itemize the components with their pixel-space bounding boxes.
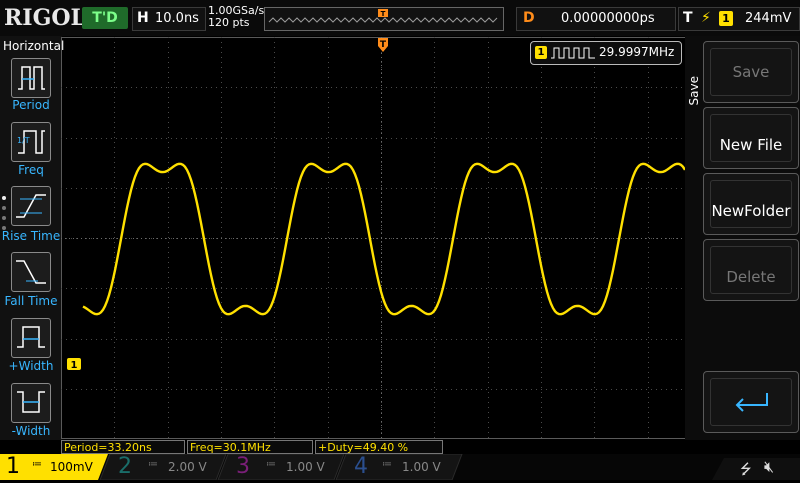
channel-1-scale[interactable]: 100mV <box>50 460 93 474</box>
measurement-period: Period=33.20ns <box>61 440 185 454</box>
enter-button[interactable] <box>703 371 799 433</box>
fall-time-button[interactable] <box>11 252 51 292</box>
channel-1-number[interactable]: 1 <box>6 455 20 479</box>
sample-info: 1.00GSa/s 120 pts <box>208 5 264 29</box>
channel-2-coupling-icon: ≔ <box>148 459 158 470</box>
delete-button-label: Delete <box>710 246 792 294</box>
negative-width-label: -Width <box>11 424 51 438</box>
memory-map-graphic: T <box>268 9 498 23</box>
trigger-key: T <box>683 10 693 26</box>
new-file-button-label: New File <box>710 114 792 162</box>
rise-time-icon <box>16 194 46 218</box>
counter-value: 29.9997MHz <box>599 45 675 59</box>
channel-4-scale[interactable]: 1.00 V <box>402 460 441 474</box>
delay-key: D <box>523 10 535 26</box>
period-button[interactable] <box>11 58 51 98</box>
svg-text:1/T: 1/T <box>17 136 30 145</box>
period-label: Period <box>12 98 50 112</box>
channel-3-scale[interactable]: 1.00 V <box>286 460 325 474</box>
measure-menu: Horizontal Period 1/T Freq Rise Time Fal… <box>0 36 65 440</box>
square-wave-icon <box>551 47 595 59</box>
positive-width-label: +Width <box>8 359 54 373</box>
rise-time-label: Rise Time <box>1 229 61 243</box>
brand-logo: RIGOL <box>4 5 86 31</box>
save-button[interactable]: Save <box>703 41 799 103</box>
channel-3-number[interactable]: 3 <box>236 455 250 479</box>
run-status-badge[interactable]: T'D <box>82 7 128 29</box>
usb-icon: ⭍ <box>740 462 752 478</box>
save-button-label: Save <box>710 48 792 96</box>
timebase-key: H <box>137 10 149 26</box>
freq-button[interactable]: 1/T <box>11 122 51 162</box>
fall-time-label: Fall Time <box>4 294 58 308</box>
channel-3-coupling-icon: ≔ <box>266 459 276 470</box>
graticule: T1 <box>61 37 701 439</box>
freq-icon: 1/T <box>17 130 45 154</box>
new-file-button[interactable]: New File <box>703 107 799 169</box>
delete-button[interactable]: Delete <box>703 239 799 301</box>
frequency-counter: 1 29.9997MHz <box>530 41 682 65</box>
measure-menu-title: Horizontal <box>3 39 65 53</box>
channel-1-coupling-icon: ≔ <box>32 459 42 470</box>
delay-box[interactable]: D 0.00000000ps <box>516 7 676 31</box>
mute-icon: 🔇︎ <box>764 457 775 476</box>
delay-value: 0.00000000ps <box>561 11 655 26</box>
positive-width-icon <box>17 326 45 348</box>
status-bar: RIGOL T'D H 10.0ns 1.00GSa/s 120 pts T D… <box>0 0 800 36</box>
save-menu: Save Save New File NewFolder Delete <box>685 36 800 440</box>
svg-text:T: T <box>381 10 386 18</box>
new-folder-button[interactable]: NewFolder <box>703 173 799 235</box>
positive-width-button[interactable] <box>11 318 51 358</box>
memory-depth: 120 pts <box>208 16 250 29</box>
measurement-duty: +Duty=49.40 % <box>315 440 443 454</box>
rise-time-button[interactable] <box>11 186 51 226</box>
fall-time-icon <box>16 260 46 284</box>
measurement-freq: Freq=30.1MHz <box>187 440 313 454</box>
negative-width-button[interactable] <box>11 383 51 423</box>
memory-map: T <box>264 7 504 31</box>
channel-1-offset-marker-label: 1 <box>71 360 78 371</box>
channel-4-number[interactable]: 4 <box>354 455 368 479</box>
rising-edge-icon: ⚡ <box>701 10 711 26</box>
trigger-box[interactable]: T ⚡ 1 244mV <box>678 7 800 31</box>
period-icon <box>18 66 45 90</box>
trigger-source-badge: 1 <box>719 11 733 26</box>
channel-4-coupling-icon: ≔ <box>382 459 392 470</box>
channel-bar: 1 ≔ 100mV 2 ≔ 2.00 V 3 ≔ 1.00 V 4 ≔ 1.00… <box>0 454 800 480</box>
counter-channel-badge: 1 <box>535 46 547 59</box>
menu-page-indicator <box>2 196 6 236</box>
waveform-display[interactable]: T1 <box>61 37 701 439</box>
trigger-level: 244mV <box>745 11 792 26</box>
timebase-value: 10.0ns <box>155 11 199 26</box>
new-folder-button-label: NewFolder <box>710 180 792 228</box>
timebase-box[interactable]: H 10.0ns <box>132 7 206 31</box>
channel-2-scale[interactable]: 2.00 V <box>168 460 207 474</box>
enter-icon <box>735 393 768 412</box>
trigger-position-marker-label: T <box>380 40 387 50</box>
save-menu-title: Save <box>687 76 701 106</box>
channel-2-number[interactable]: 2 <box>118 455 132 479</box>
freq-label: Freq <box>18 163 44 177</box>
negative-width-icon <box>17 391 45 413</box>
